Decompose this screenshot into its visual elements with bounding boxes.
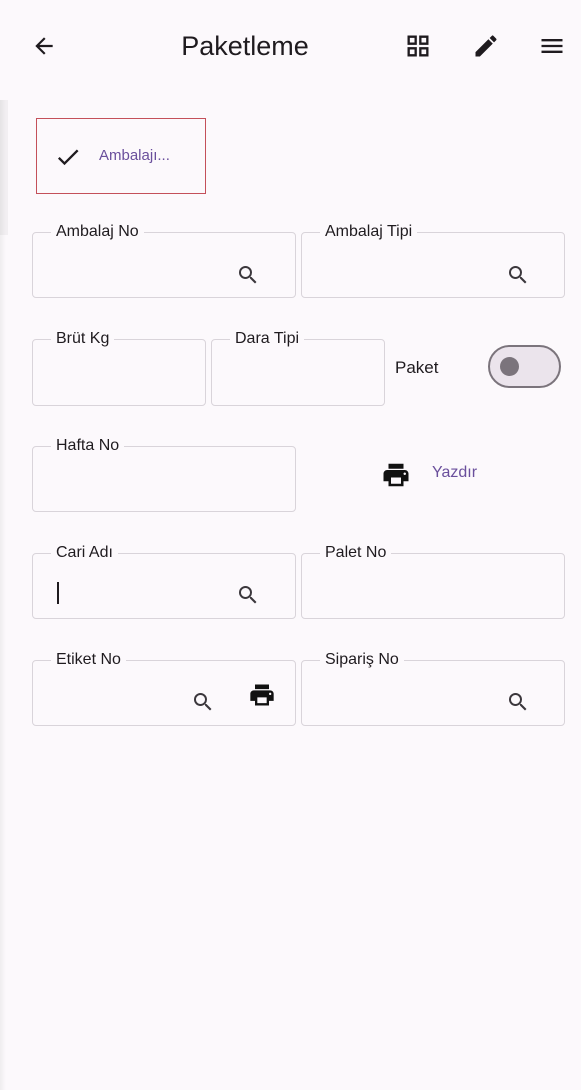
paket-label: Paket — [395, 358, 439, 377]
text-cursor — [57, 582, 59, 604]
palet-no-label: Palet No — [320, 544, 392, 562]
app-bar: Paketleme — [0, 0, 581, 92]
dara-tipi-label: Dara Tipi — [230, 330, 305, 348]
siparis-no-label: Sipariş No — [320, 651, 404, 669]
back-button[interactable] — [22, 24, 66, 68]
hafta-no-label: Hafta No — [51, 437, 125, 455]
cari-adi-field[interactable]: Cari Adı — [32, 544, 296, 619]
search-icon[interactable] — [236, 263, 260, 287]
search-icon[interactable] — [506, 263, 530, 287]
ambalaj-no-field[interactable]: Ambalaj No — [32, 223, 296, 298]
ambalaj-tipi-field[interactable]: Ambalaj Tipi — [301, 223, 565, 298]
siparis-no-field[interactable]: Sipariş No — [301, 651, 565, 726]
print-icon[interactable] — [381, 460, 411, 490]
search-icon[interactable] — [506, 690, 530, 714]
left-edge-shadow — [0, 100, 6, 1090]
left-edge-shadow-top — [0, 100, 8, 235]
print-icon[interactable] — [248, 681, 276, 709]
search-icon[interactable] — [191, 690, 215, 714]
etiket-no-label: Etiket No — [51, 651, 126, 669]
edit-icon — [475, 35, 497, 57]
ambalaji-checkbox-label: Ambalajı... — [99, 147, 170, 164]
page-title: Paketleme — [181, 31, 309, 61]
ambalaji-checkbox[interactable]: Ambalajı... — [36, 118, 206, 194]
search-icon[interactable] — [236, 583, 260, 607]
edit-button[interactable] — [464, 24, 508, 68]
check-icon — [57, 149, 79, 166]
print-link[interactable]: Yazdır — [432, 464, 477, 482]
hafta-no-field[interactable]: Hafta No — [32, 437, 296, 512]
ambalaj-tipi-label: Ambalaj Tipi — [320, 223, 418, 241]
grid-view-button[interactable] — [396, 24, 440, 68]
menu-icon — [541, 39, 563, 53]
arrow-back-icon — [35, 37, 53, 55]
paket-toggle[interactable] — [488, 345, 561, 388]
cari-adi-label: Cari Adı — [51, 544, 118, 562]
toggle-knob — [500, 357, 519, 376]
menu-button[interactable] — [530, 24, 574, 68]
brut-kg-label: Brüt Kg — [51, 330, 115, 348]
dara-tipi-field[interactable]: Dara Tipi — [211, 330, 385, 406]
brut-kg-field[interactable]: Brüt Kg — [32, 330, 206, 406]
palet-no-field[interactable]: Palet No — [301, 544, 565, 619]
ambalaj-no-label: Ambalaj No — [51, 223, 144, 241]
etiket-no-field[interactable]: Etiket No — [32, 651, 296, 726]
grid-view-icon — [407, 35, 429, 57]
